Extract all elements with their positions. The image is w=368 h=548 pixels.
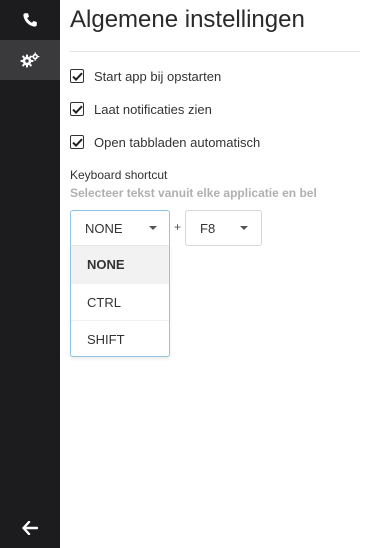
option-label-open-tabs: Open tabbladen automatisch [94, 134, 261, 150]
check-icon [71, 138, 83, 147]
check-icon [71, 72, 83, 81]
sidebar [0, 0, 60, 548]
back-button[interactable] [0, 508, 60, 548]
option-show-notifications[interactable]: Laat notificaties zien [70, 99, 212, 119]
checkbox-show-notifications[interactable] [70, 102, 84, 116]
sidebar-item-phone[interactable] [0, 0, 60, 40]
modifier-dropdown-menu: NONE CTRL SHIFT [70, 245, 170, 357]
option-open-tabs[interactable]: Open tabbladen automatisch [70, 132, 260, 152]
option-label-start-on-boot: Start app bij opstarten [94, 68, 222, 84]
caret-down-icon [240, 226, 248, 230]
dropdown-option-ctrl[interactable]: CTRL [71, 283, 169, 320]
key-select[interactable]: F8 [185, 210, 262, 246]
arrow-left-icon [22, 521, 38, 535]
shortcut-description: Selecteer tekst vanuit elke applicatie e… [70, 186, 317, 200]
option-label-show-notifications: Laat notificaties zien [94, 101, 212, 117]
dropdown-option-none[interactable]: NONE [71, 246, 169, 283]
page-title: Algemene instellingen [70, 6, 305, 33]
gears-icon [20, 52, 40, 68]
shortcut-title: Keyboard shortcut [70, 168, 168, 182]
plus-separator: + [174, 220, 182, 234]
checkbox-open-tabs[interactable] [70, 135, 84, 149]
settings-panel: Algemene instellingen Start app bij opst… [70, 0, 360, 548]
caret-down-icon [149, 226, 157, 230]
option-start-on-boot[interactable]: Start app bij opstarten [70, 66, 221, 86]
phone-icon [22, 12, 38, 28]
modifier-select[interactable]: NONE [70, 210, 170, 246]
key-select-value: F8 [200, 220, 216, 236]
check-icon [71, 105, 83, 114]
checkbox-start-on-boot[interactable] [70, 69, 84, 83]
dropdown-option-shift[interactable]: SHIFT [71, 320, 169, 357]
title-divider [70, 51, 360, 52]
modifier-select-value: NONE [85, 220, 123, 236]
sidebar-item-settings[interactable] [0, 40, 60, 80]
